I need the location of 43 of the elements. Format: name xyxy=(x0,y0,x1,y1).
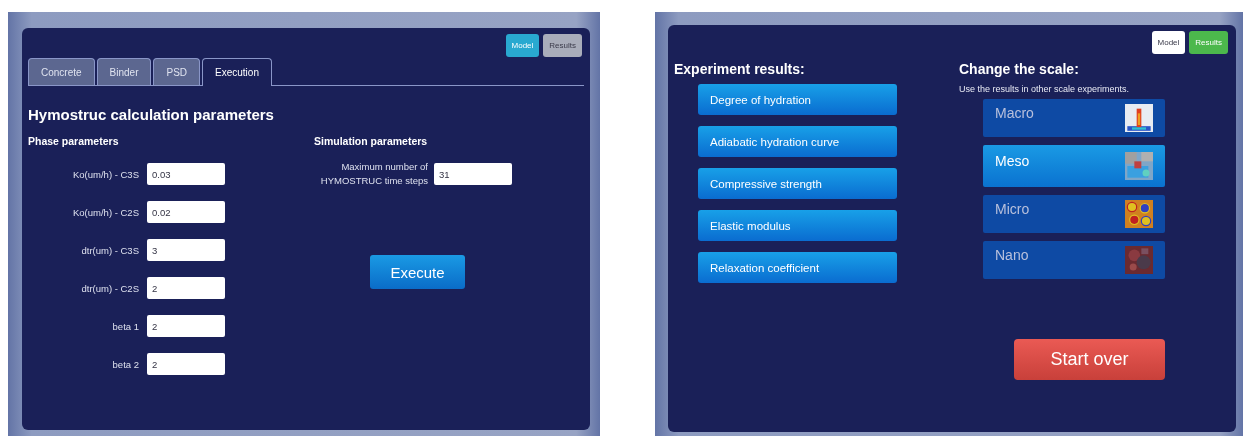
input-field[interactable]: 0.02 xyxy=(147,201,225,223)
description-text: Use the results in other scale experiments. xyxy=(959,84,1131,94)
mode-button[interactable]: Results xyxy=(1189,31,1228,54)
field-label: beta 2 xyxy=(111,358,139,370)
input-field[interactable]: 0.03 xyxy=(147,163,225,185)
scale-label: Macro xyxy=(995,105,1034,121)
scale-option[interactable]: Micro xyxy=(983,195,1165,233)
section-heading: Hymostruc calculation parameters xyxy=(28,106,275,123)
start-over-button[interactable]: Start over xyxy=(1014,339,1165,380)
result-button[interactable]: Relaxation coefficient xyxy=(698,252,897,283)
scale-label: Meso xyxy=(995,153,1030,169)
field-label: dtr(um) - C3S xyxy=(80,244,139,256)
scale-option[interactable]: Macro xyxy=(983,99,1165,137)
result-button[interactable]: Compressive strength xyxy=(698,168,897,199)
section-heading: Experiment results: xyxy=(674,61,806,77)
scale-label: Micro xyxy=(995,201,1030,217)
input-field[interactable]: 31 xyxy=(434,163,512,185)
input-field[interactable]: 2 xyxy=(147,277,225,299)
mode-button[interactable]: Model xyxy=(1151,31,1186,54)
scale-option[interactable]: Nano xyxy=(983,241,1165,279)
result-button[interactable]: Elastic modulus xyxy=(698,210,897,241)
tab[interactable]: PSD xyxy=(153,58,201,85)
field-label: Maximum number of HYMOSTRUC time steps xyxy=(319,160,428,188)
field-label: dtr(um) - C2S xyxy=(80,282,139,294)
tab[interactable]: Binder xyxy=(96,58,152,85)
input-field[interactable]: 3 xyxy=(147,239,225,261)
group-heading: Phase parameters xyxy=(28,135,120,147)
field-label: Ko(um/h) - C2S xyxy=(72,206,139,218)
tab[interactable]: Concrete xyxy=(28,58,95,85)
mode-button[interactable]: Model xyxy=(505,34,540,57)
scale-option[interactable]: Meso xyxy=(983,145,1165,187)
result-button[interactable]: Degree of hydration xyxy=(698,84,897,115)
input-field[interactable]: 2 xyxy=(147,315,225,337)
scale-label: Nano xyxy=(995,247,1029,263)
result-button[interactable]: Adiabatic hydration curve xyxy=(698,126,897,157)
execute-button[interactable]: Execute xyxy=(370,255,465,289)
field-label: beta 1 xyxy=(111,320,139,332)
input-field[interactable]: 2 xyxy=(147,353,225,375)
group-heading: Simulation parameters xyxy=(314,135,429,147)
mode-button[interactable]: Results xyxy=(543,34,582,57)
section-heading: Change the scale: xyxy=(959,61,1080,77)
field-label: Ko(um/h) - C3S xyxy=(72,168,139,180)
tab[interactable]: Execution xyxy=(202,58,272,86)
